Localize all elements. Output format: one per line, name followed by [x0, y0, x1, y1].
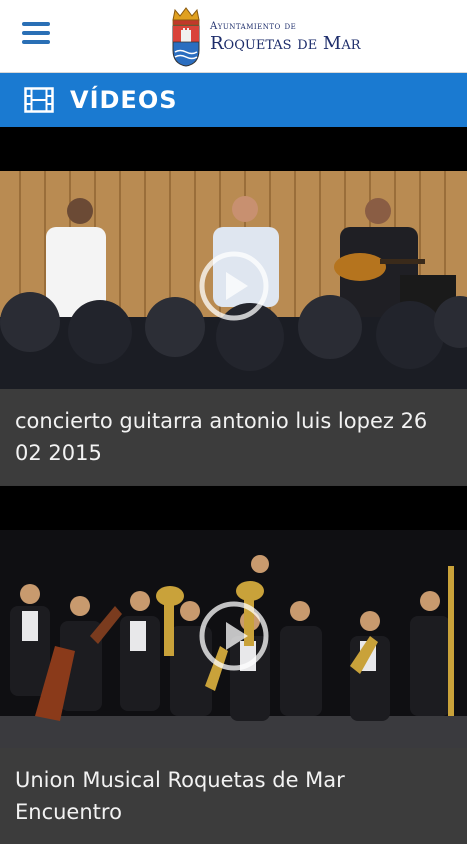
- film-icon: [24, 87, 54, 113]
- top-app-bar: Ayuntamiento de Roquetas de Mar: [0, 0, 467, 73]
- logo-line-1: Ayuntamiento de: [210, 20, 297, 32]
- video-thumbnail[interactable]: [0, 486, 467, 748]
- video-card[interactable]: Union Musical Roquetas de Mar Encuentro: [0, 486, 467, 844]
- logo-line-2: Roquetas de Mar: [210, 32, 361, 54]
- play-icon[interactable]: [198, 250, 270, 322]
- video-title[interactable]: concierto guitarra antonio luis lopez 26…: [0, 389, 467, 485]
- app-logo[interactable]: Ayuntamiento de Roquetas de Mar: [170, 6, 361, 68]
- play-icon[interactable]: [198, 600, 270, 672]
- municipal-crest-icon: [172, 7, 200, 67]
- section-title: VÍDEOS: [70, 86, 178, 114]
- video-title[interactable]: Union Musical Roquetas de Mar Encuentro: [0, 748, 467, 844]
- video-thumbnail[interactable]: [0, 127, 467, 389]
- hamburger-menu-icon[interactable]: [22, 22, 50, 48]
- video-card[interactable]: concierto guitarra antonio luis lopez 26…: [0, 127, 467, 485]
- section-header: VÍDEOS: [0, 73, 467, 127]
